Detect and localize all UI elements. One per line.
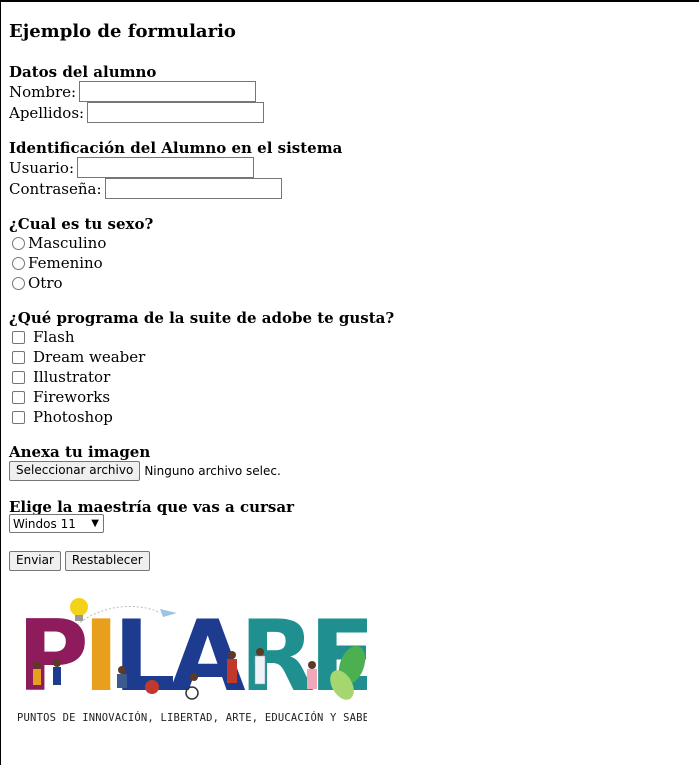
password-row: Contraseña:: [9, 178, 282, 199]
file-row: Seleccionar archivo Ninguno archivo sele…: [9, 461, 281, 481]
lastname-row: Apellidos:: [9, 102, 265, 123]
lastname-label: Apellidos:: [9, 103, 85, 122]
password-input[interactable]: [104, 178, 282, 199]
master-select-value: Windos 11: [13, 516, 76, 531]
sex-heading: ¿Cual es tu sexo?: [9, 215, 154, 233]
student-data-heading: Datos del alumno: [9, 63, 157, 81]
reset-button[interactable]: Restablecer: [64, 551, 150, 571]
checkbox-dreamweaver[interactable]: Dream weaber: [12, 348, 145, 366]
radio-button[interactable]: [12, 256, 25, 270]
name-input[interactable]: [79, 81, 257, 102]
checkbox-label: Photoshop: [33, 408, 113, 426]
user-label: Usuario:: [9, 158, 74, 177]
logo-tagline: PUNTOS DE INNOVACIÓN, LIBERTAD, ARTE, ED…: [17, 711, 367, 724]
user-row: Usuario:: [9, 157, 254, 178]
checkbox-label: Flash: [33, 328, 75, 346]
image-heading: Anexa tu imagen: [9, 443, 151, 461]
adobe-heading: ¿Qué programa de la suite de adobe te gu…: [9, 309, 395, 327]
checkbox-photoshop[interactable]: Photoshop: [12, 408, 113, 426]
radio-masculino[interactable]: Masculino: [12, 234, 106, 252]
radio-label: Masculino: [28, 234, 107, 252]
chevron-down-icon: ▼: [91, 518, 99, 529]
file-status: Ninguno archivo selec.: [144, 464, 281, 478]
form-actions: Enviar Restablecer: [9, 551, 150, 571]
name-row: Nombre:: [9, 81, 257, 102]
logo-word: PILARES: [17, 600, 367, 714]
user-input[interactable]: [77, 157, 254, 178]
checkbox-fireworks[interactable]: Fireworks: [12, 388, 110, 406]
radio-button[interactable]: [12, 236, 25, 250]
checkbox-label: Fireworks: [33, 388, 111, 406]
radio-otro[interactable]: Otro: [12, 274, 63, 292]
radio-femenino[interactable]: Femenino: [12, 254, 103, 272]
radio-button[interactable]: [12, 276, 25, 290]
master-select[interactable]: Windos 11 ▼: [9, 514, 104, 533]
page-title: Ejemplo de formulario: [9, 21, 236, 42]
checkbox[interactable]: [12, 410, 25, 424]
checkbox-illustrator[interactable]: Illustrator: [12, 368, 110, 386]
choose-file-button[interactable]: Seleccionar archivo: [9, 461, 141, 481]
submit-button[interactable]: Enviar: [9, 551, 61, 571]
checkbox-label: Dream weaber: [33, 348, 146, 366]
radio-label: Femenino: [28, 254, 103, 272]
checkbox-label: Illustrator: [33, 368, 111, 386]
checkbox-flash[interactable]: Flash: [12, 328, 75, 346]
password-label: Contraseña:: [9, 179, 102, 198]
lastname-input[interactable]: [87, 102, 265, 123]
system-id-heading: Identificación del Alumno en el sistema: [9, 139, 343, 157]
checkbox[interactable]: [12, 350, 25, 364]
checkbox[interactable]: [12, 390, 25, 404]
checkbox[interactable]: [12, 330, 25, 344]
radio-label: Otro: [28, 274, 63, 292]
name-label: Nombre:: [9, 82, 77, 101]
checkbox[interactable]: [12, 370, 25, 384]
pilares-logo: PILARES PUNTOS DE INNOVACIÓN, LIBERTAD, …: [17, 598, 367, 724]
